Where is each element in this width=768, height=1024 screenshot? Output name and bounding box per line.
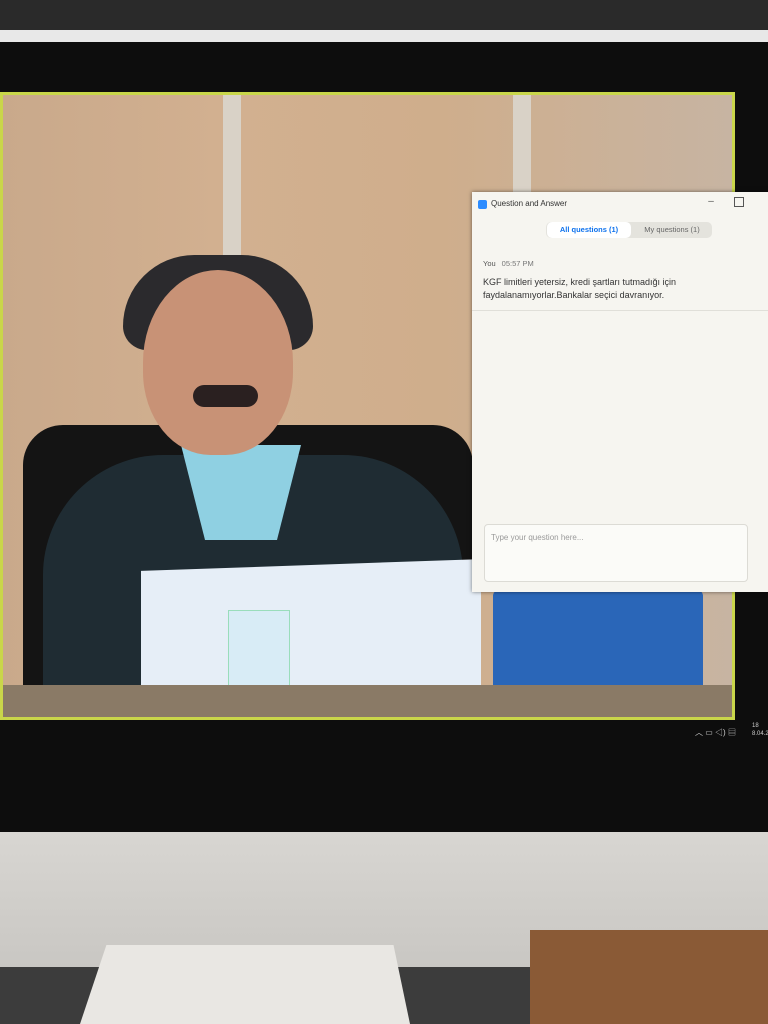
wooden-desk xyxy=(530,930,768,1024)
network-icon[interactable]: ▭ xyxy=(705,728,713,737)
message-meta: You 05:57 PM xyxy=(483,259,534,268)
qa-window: Question and Answer – All questions (1) … xyxy=(472,192,768,592)
tab-all-questions[interactable]: All questions (1) xyxy=(547,222,631,238)
water-glass xyxy=(228,610,290,692)
tray-date: 8.04.2 xyxy=(752,731,768,737)
tray-time: 18 xyxy=(752,723,759,729)
message-time: 05:57 PM xyxy=(501,259,534,268)
system-tray: ︿ ▭ ◁) ▤ xyxy=(695,727,736,738)
desk-phone xyxy=(493,590,703,700)
minimize-button[interactable]: – xyxy=(704,195,718,209)
qa-window-title: Question and Answer xyxy=(491,199,568,208)
message-author: You xyxy=(483,259,496,268)
qa-tabs: All questions (1) My questions (1) xyxy=(546,222,712,238)
volume-icon[interactable]: ◁) xyxy=(715,728,726,737)
notification-icon[interactable]: ▤ xyxy=(728,728,736,737)
apple-logo-icon xyxy=(186,852,246,922)
chevron-up-icon[interactable]: ︿ xyxy=(695,728,703,737)
maximize-button[interactable] xyxy=(734,197,744,207)
monitor-stand xyxy=(80,945,410,1024)
question-input[interactable]: Type your question here... xyxy=(484,524,748,582)
tab-my-questions[interactable]: My questions (1) xyxy=(632,222,712,238)
message-text: KGF limitleri yetersiz, kredi şartları t… xyxy=(483,277,677,300)
tray-clock[interactable]: 18 8.04.2 xyxy=(752,722,768,738)
monitor-top-edge xyxy=(0,30,768,42)
speaker-head xyxy=(143,270,293,455)
desk-surface xyxy=(3,685,732,717)
qa-titlebar[interactable]: Question and Answer – xyxy=(472,192,768,216)
zoom-app-icon xyxy=(478,200,487,209)
message-divider xyxy=(472,310,768,311)
speaker-mustache xyxy=(193,385,258,407)
